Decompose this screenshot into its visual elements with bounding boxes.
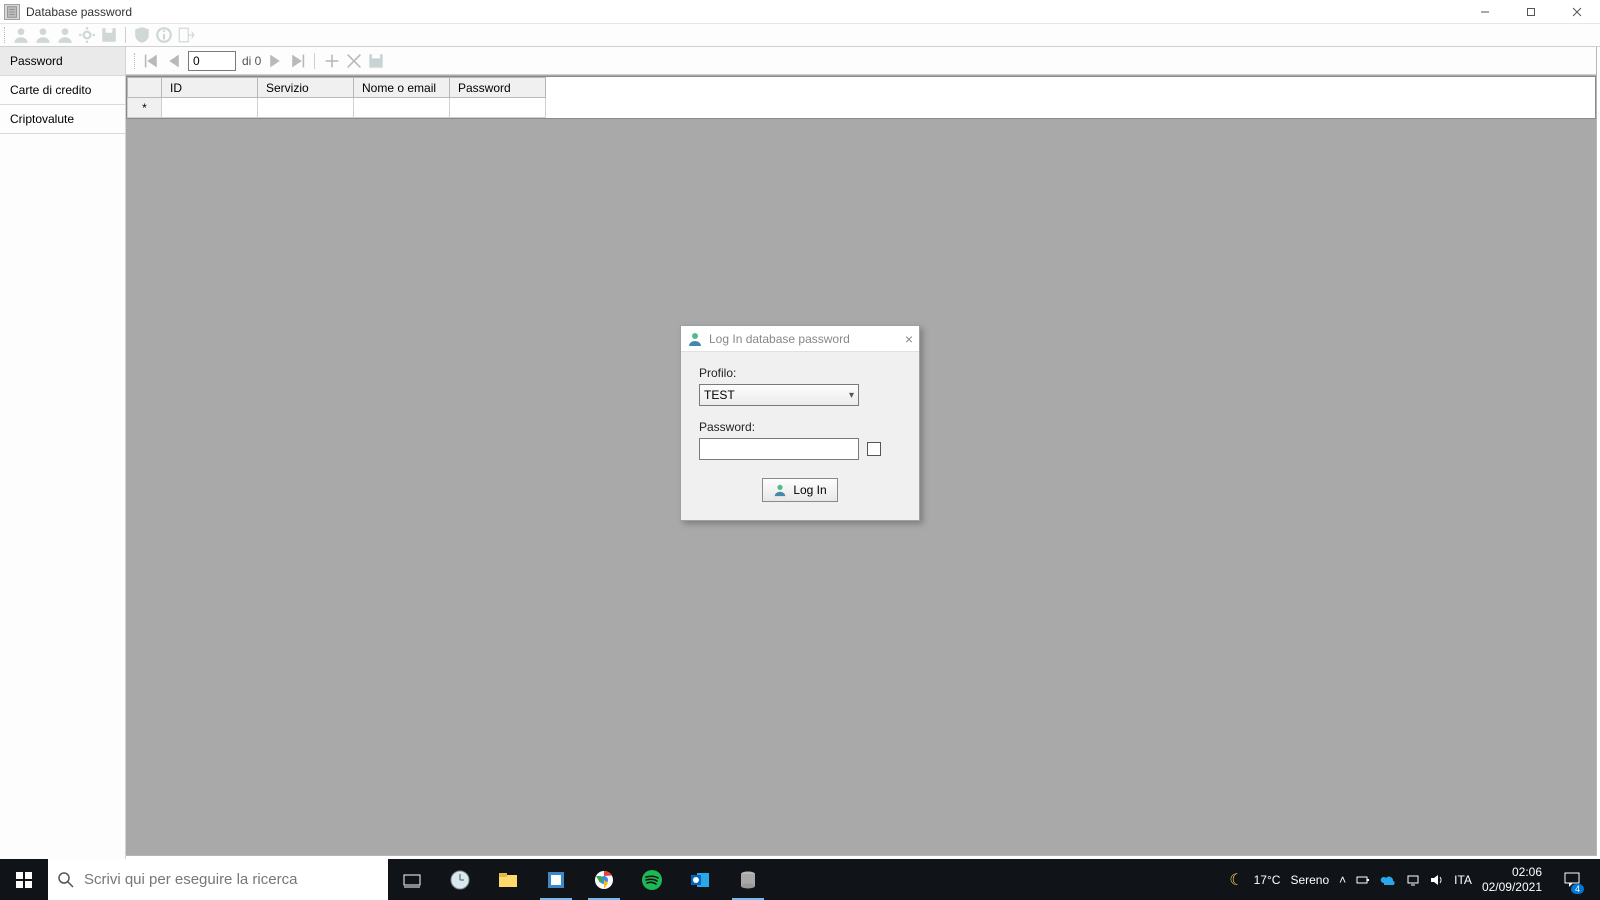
nav-of-label: di 0: [242, 54, 261, 68]
nav-separator: [314, 53, 315, 69]
user-remove-icon[interactable]: [56, 26, 74, 44]
clock-date: 02/09/2021: [1482, 880, 1542, 894]
sidebar-item-label: Password: [10, 54, 63, 68]
exit-icon[interactable]: [177, 26, 195, 44]
save-all-icon[interactable]: [100, 26, 118, 44]
dialog-close-icon[interactable]: ×: [905, 331, 913, 347]
profile-select[interactable]: TEST ▾: [699, 384, 859, 406]
database-app-icon[interactable]: [724, 859, 772, 900]
password-label: Password:: [699, 420, 901, 434]
tray-network-icon[interactable]: [1406, 873, 1420, 887]
sidebar-item-credit-cards[interactable]: Carte di credito: [0, 76, 125, 105]
profile-value: TEST: [704, 388, 735, 402]
shield-icon[interactable]: [133, 26, 151, 44]
tray-volume-icon[interactable]: [1430, 873, 1444, 887]
login-button-label: Log In: [793, 483, 826, 497]
grid-corner-header: [128, 78, 162, 98]
grid-header-id[interactable]: ID: [162, 78, 258, 98]
chrome-icon[interactable]: [580, 859, 628, 900]
spotify-icon[interactable]: [628, 859, 676, 900]
system-tray: ☾ 17°C Sereno ˄ ITA 02:06 02/09/2021 4: [1229, 859, 1600, 900]
taskbar-search[interactable]: Scrivi qui per eseguire la ricerca: [48, 859, 388, 900]
action-center-icon[interactable]: 4: [1552, 859, 1592, 900]
file-explorer-icon[interactable]: [484, 859, 532, 900]
start-button[interactable]: [0, 859, 48, 900]
maximize-button[interactable]: [1508, 0, 1554, 23]
dialog-titlebar: Log In database password ×: [681, 326, 919, 352]
show-password-checkbox[interactable]: [867, 442, 881, 456]
login-button[interactable]: Log In: [762, 478, 838, 502]
settings-app-icon[interactable]: [532, 859, 580, 900]
weather-desc[interactable]: Sereno: [1290, 873, 1329, 887]
sidebar-item-label: Carte di credito: [10, 83, 91, 97]
outlook-icon[interactable]: [676, 859, 724, 900]
nav-prev-icon[interactable]: [166, 53, 182, 69]
nav-next-icon[interactable]: [267, 53, 283, 69]
settings-gear-icon[interactable]: [78, 26, 96, 44]
main-toolbar: [0, 23, 1600, 47]
password-input[interactable]: [699, 438, 859, 460]
taskbar: Scrivi qui per eseguire la ricerca ☾ 17°…: [0, 859, 1600, 900]
grid-cell[interactable]: [450, 98, 546, 118]
window-title: Database password: [26, 5, 132, 19]
nav-last-icon[interactable]: [289, 53, 305, 69]
clock-app-icon[interactable]: [436, 859, 484, 900]
toolbar-separator: [125, 27, 126, 43]
user-edit-icon[interactable]: [34, 26, 52, 44]
weather-moon-icon[interactable]: ☾: [1229, 870, 1243, 890]
user-icon: [773, 483, 787, 497]
notification-badge: 4: [1571, 884, 1584, 894]
grid-new-row-indicator: *: [128, 98, 162, 118]
grid-header-nome-email[interactable]: Nome o email: [354, 78, 450, 98]
table-row[interactable]: *: [128, 98, 546, 118]
grid-cell[interactable]: [354, 98, 450, 118]
minimize-button[interactable]: [1462, 0, 1508, 23]
nav-first-icon[interactable]: [144, 53, 160, 69]
close-button[interactable]: [1554, 0, 1600, 23]
profile-label: Profilo:: [699, 366, 901, 380]
grid-cell[interactable]: [162, 98, 258, 118]
grid-header-password[interactable]: Password: [450, 78, 546, 98]
sidebar-item-crypto[interactable]: Criptovalute: [0, 105, 125, 134]
window-titlebar: Database password: [0, 0, 1600, 23]
chevron-down-icon: ▾: [849, 390, 854, 401]
tray-chevron-up-icon[interactable]: ˄: [1339, 873, 1346, 887]
tray-battery-icon[interactable]: [1356, 873, 1370, 887]
grid-header-servizio[interactable]: Servizio: [258, 78, 354, 98]
nav-delete-icon[interactable]: [346, 53, 362, 69]
taskbar-apps: [388, 859, 772, 900]
search-icon: [58, 872, 74, 888]
info-icon[interactable]: [155, 26, 173, 44]
nav-add-icon[interactable]: [324, 53, 340, 69]
sidebar-item-password[interactable]: Password: [0, 47, 125, 76]
sidebar: Password Carte di credito Criptovalute: [0, 47, 126, 859]
user-icon: [687, 331, 703, 347]
dialog-body: Profilo: TEST ▾ Password: Log In: [681, 352, 919, 520]
login-dialog: Log In database password × Profilo: TEST…: [680, 325, 920, 521]
app-icon: [4, 4, 20, 20]
user-add-icon[interactable]: [12, 26, 30, 44]
task-view-icon[interactable]: [388, 859, 436, 900]
tray-language[interactable]: ITA: [1454, 873, 1472, 887]
data-grid[interactable]: ID Servizio Nome o email Password *: [126, 76, 1596, 119]
tray-onedrive-icon[interactable]: [1380, 872, 1396, 888]
nav-position-input[interactable]: [188, 51, 236, 71]
dialog-title: Log In database password: [709, 332, 850, 346]
search-placeholder: Scrivi qui per eseguire la ricerca: [84, 871, 297, 888]
weather-temp[interactable]: 17°C: [1254, 873, 1281, 887]
grid-cell[interactable]: [258, 98, 354, 118]
clock-time: 02:06: [1482, 865, 1542, 879]
taskbar-clock[interactable]: 02:06 02/09/2021: [1482, 865, 1542, 894]
sidebar-item-label: Criptovalute: [10, 112, 74, 126]
record-navigator: di 0: [126, 47, 1596, 75]
nav-save-icon[interactable]: [368, 53, 384, 69]
